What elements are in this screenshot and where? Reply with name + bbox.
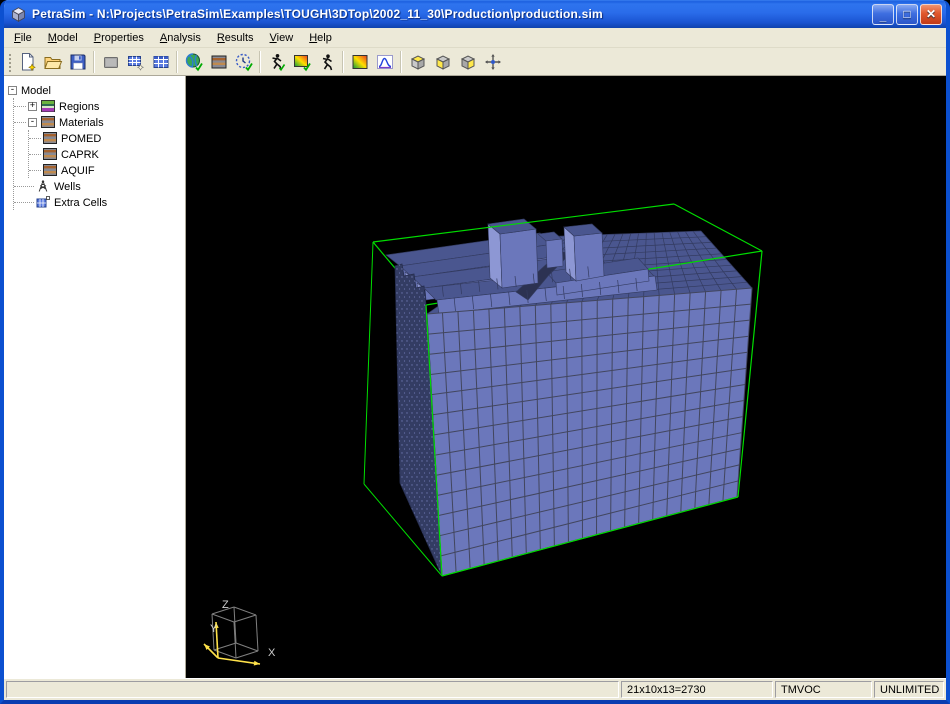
center-view-icon	[483, 52, 503, 72]
menu-model[interactable]: Model	[40, 30, 86, 46]
toolbar-separator	[342, 51, 344, 73]
tree-item-extra-cells[interactable]: Extra Cells	[14, 194, 185, 210]
view-front-button[interactable]	[430, 50, 455, 74]
menu-analysis[interactable]: Analysis	[152, 30, 209, 46]
svg-text:Y: Y	[210, 623, 218, 635]
toolbar-grip[interactable]	[7, 52, 12, 72]
save-icon	[68, 52, 88, 72]
contour-setup-button[interactable]	[289, 50, 314, 74]
collapse-box[interactable]: -	[8, 86, 17, 95]
run-check-icon	[267, 52, 287, 72]
menu-view[interactable]: View	[262, 30, 302, 46]
menu-help[interactable]: Help	[301, 30, 340, 46]
new-grid-button[interactable]	[123, 50, 148, 74]
tree-item-wells[interactable]: Wells	[14, 178, 185, 194]
tree-item-materials[interactable]: - Materials	[14, 114, 185, 130]
window-title: PetraSim - N:\Projects\PetraSim\Examples…	[32, 7, 872, 21]
new-file-icon	[18, 52, 38, 72]
close-button[interactable]: ✕	[920, 4, 942, 25]
toolbar	[4, 48, 946, 76]
materials-icon	[43, 148, 57, 160]
grid-icon	[151, 52, 171, 72]
title-bar: PetraSim - N:\Projects\PetraSim\Examples…	[4, 0, 946, 28]
tree-item-model[interactable]: - Model	[8, 82, 185, 98]
solution-time-button[interactable]	[231, 50, 256, 74]
open-folder-icon	[43, 52, 63, 72]
toolbar-separator	[176, 51, 178, 73]
view-box-button[interactable]	[98, 50, 123, 74]
extra-cells-icon	[36, 196, 50, 208]
tree-item-regions[interactable]: + Regions	[14, 98, 185, 114]
view-box-icon	[101, 52, 121, 72]
svg-text:X: X	[268, 647, 276, 659]
solution-mesh-button[interactable]	[181, 50, 206, 74]
mesh-scene: Z X Y	[186, 76, 946, 678]
cube-top-icon	[408, 52, 428, 72]
view-side-button[interactable]	[455, 50, 480, 74]
model-children: + Regions -	[13, 98, 185, 210]
materials-icon	[43, 132, 57, 144]
contour-check-icon	[292, 52, 312, 72]
open-file-button[interactable]	[40, 50, 65, 74]
run-button[interactable]	[314, 50, 339, 74]
materials-icon	[41, 116, 55, 128]
expand-box[interactable]: +	[28, 102, 37, 111]
materials-button[interactable]	[206, 50, 231, 74]
menu-results[interactable]: Results	[209, 30, 262, 46]
maximize-button[interactable]: □	[896, 4, 918, 25]
line-plot-button[interactable]	[372, 50, 397, 74]
toolbar-separator	[259, 51, 261, 73]
regions-icon	[41, 100, 55, 112]
3d-viewport[interactable]: Z X Y	[186, 76, 946, 678]
cube-front-icon	[433, 52, 453, 72]
well-derrick-icon	[36, 180, 50, 192]
toolbar-separator	[93, 51, 95, 73]
status-message	[6, 681, 619, 698]
app-logo-icon	[10, 6, 27, 23]
center-view-button[interactable]	[480, 50, 505, 74]
svg-text:Z: Z	[222, 599, 229, 611]
time-check-icon	[234, 52, 254, 72]
run-icon	[317, 52, 337, 72]
new-grid-icon	[126, 52, 146, 72]
view-top-button[interactable]	[405, 50, 430, 74]
tree-item-caprk[interactable]: CAPRK	[29, 146, 185, 162]
materials-layers-icon	[209, 52, 229, 72]
status-bar: 21x10x13=2730 TMVOC UNLIMITED	[4, 678, 946, 700]
toolbar-separator	[400, 51, 402, 73]
contour-plot-button[interactable]	[347, 50, 372, 74]
minimize-button[interactable]: _	[872, 4, 894, 25]
materials-icon	[43, 164, 57, 176]
cube-side-icon	[458, 52, 478, 72]
contour-icon	[350, 52, 370, 72]
menu-properties[interactable]: Properties	[86, 30, 152, 46]
status-license: UNLIMITED	[874, 681, 944, 698]
materials-children: POMED CAPRK	[28, 130, 185, 178]
status-grid-size: 21x10x13=2730	[621, 681, 773, 698]
collapse-box[interactable]: -	[28, 118, 37, 127]
status-simulator: TMVOC	[775, 681, 872, 698]
tree-item-aquif[interactable]: AQUIF	[29, 162, 185, 178]
globe-check-icon	[184, 52, 204, 72]
plot-icon	[375, 52, 395, 72]
save-button[interactable]	[65, 50, 90, 74]
tree-item-pomed[interactable]: POMED	[29, 130, 185, 146]
grid-button[interactable]	[148, 50, 173, 74]
menu-file[interactable]: File	[6, 30, 40, 46]
menu-bar: File Model Properties Analysis Results V…	[4, 28, 946, 48]
run-setup-button[interactable]	[264, 50, 289, 74]
model-tree-panel: - Model + Regions -	[4, 76, 186, 678]
app-window: PetraSim - N:\Projects\PetraSim\Examples…	[0, 0, 950, 704]
new-file-button[interactable]	[15, 50, 40, 74]
